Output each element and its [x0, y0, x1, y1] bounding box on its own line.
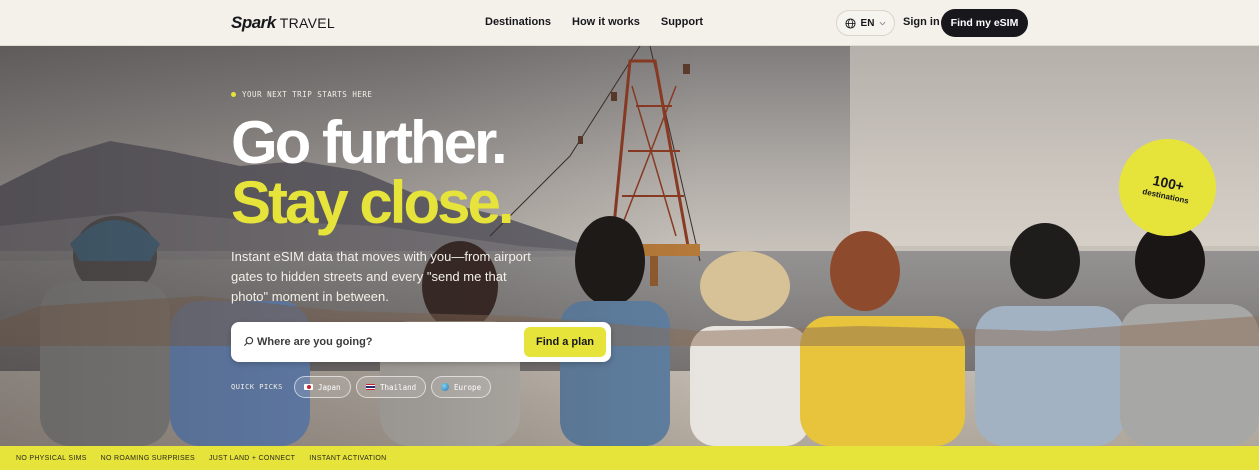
site-header: Spark TRAVEL Destinations How it works S… — [0, 0, 1259, 46]
feature-ticker: NO PHYSICAL SIMS NO ROAMING SURPRISES JU… — [0, 446, 1259, 470]
quick-pick-label: Europe — [454, 382, 482, 392]
hero-lead: Instant eSIM data that moves with you—fr… — [231, 249, 531, 304]
ticker-item: JUST LAND + CONNECT — [208, 454, 296, 462]
hero-section: YOUR NEXT TRIP STARTS HERE Go further. S… — [0, 46, 1259, 446]
quick-pick-label: Japan — [318, 382, 341, 392]
landing-page: Spark TRAVEL Destinations How it works S… — [0, 0, 1259, 470]
main-nav: Destinations How it works Support — [485, 16, 703, 28]
search-icon — [243, 336, 254, 347]
logo-sub: TRAVEL — [279, 15, 335, 31]
quick-picks-label: QUICK PICKS — [231, 383, 283, 391]
quick-pick-label: Thailand — [380, 382, 417, 392]
destination-input[interactable] — [257, 332, 517, 352]
globe-icon — [441, 383, 449, 391]
ticker-item: INSTANT ACTIVATION — [309, 454, 387, 462]
language-selector[interactable]: EN — [836, 10, 895, 36]
language-label: EN — [860, 17, 875, 29]
globe-icon — [845, 17, 856, 29]
thailand-flag-icon — [366, 384, 375, 390]
eyebrow-text: YOUR NEXT TRIP STARTS HERE — [242, 90, 373, 99]
chevron-down-icon — [880, 21, 886, 25]
hero-title-line2: Stay close. — [231, 169, 515, 236]
eyebrow-dot-icon — [231, 92, 236, 97]
sign-in-link[interactable]: Sign in — [903, 16, 940, 28]
find-plan-button[interactable]: Find a plan — [524, 327, 606, 357]
logo[interactable]: Spark TRAVEL — [231, 13, 335, 33]
nav-how-it-works[interactable]: How it works — [572, 16, 640, 28]
logo-mark: Spark — [231, 13, 276, 32]
nav-support[interactable]: Support — [661, 16, 703, 28]
ticker-item: NO ROAMING SURPRISES — [100, 454, 195, 462]
japan-flag-icon — [304, 384, 313, 390]
hero-title-line1: Go further. — [231, 109, 508, 176]
quick-pick-thailand[interactable]: Thailand — [356, 376, 427, 398]
quick-pick-japan[interactable]: Japan — [294, 376, 351, 398]
destination-search: Find a plan — [231, 322, 611, 362]
nav-destinations[interactable]: Destinations — [485, 16, 551, 28]
hero-eyebrow: YOUR NEXT TRIP STARTS HERE — [231, 90, 372, 99]
ticker-item: NO PHYSICAL SIMS — [16, 454, 87, 462]
find-esim-button[interactable]: Find my eSIM — [941, 9, 1028, 37]
quick-pick-europe[interactable]: Europe — [431, 376, 492, 398]
